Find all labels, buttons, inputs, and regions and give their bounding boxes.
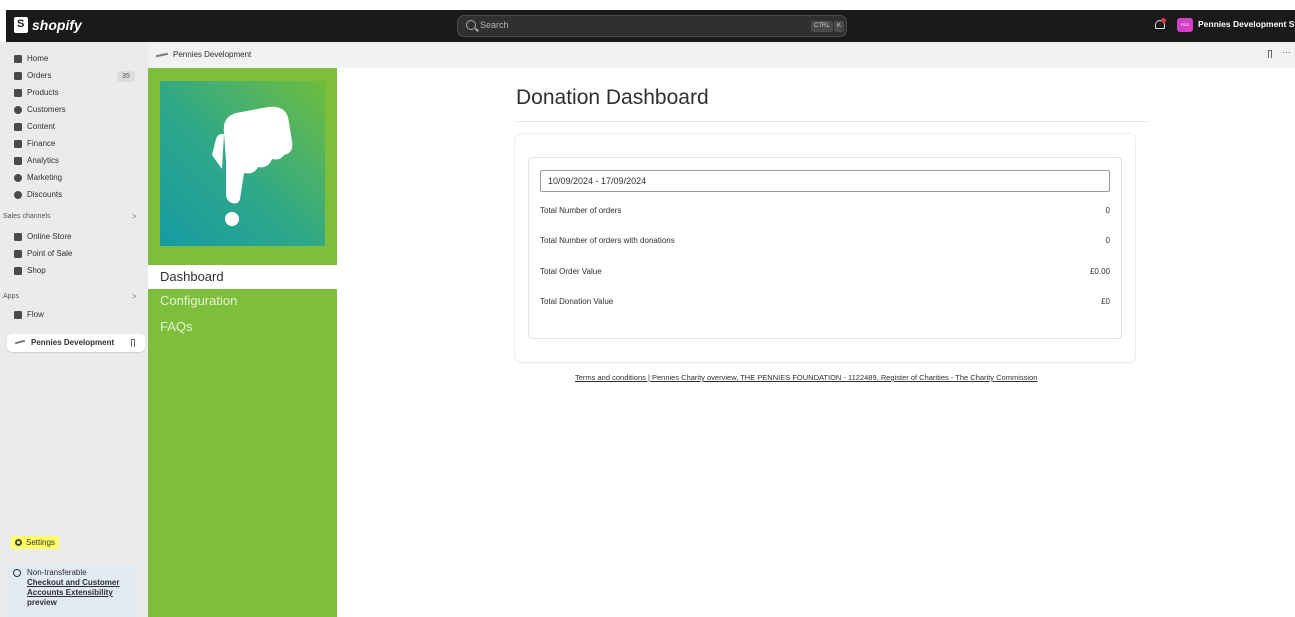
shortcut-key-k: K <box>834 21 845 32</box>
notice-link[interactable]: Checkout and Customer Accounts Extensibi… <box>27 578 119 597</box>
store-icon <box>14 232 22 241</box>
nav-item-label: Orders <box>27 71 52 80</box>
nav-item-online-store[interactable]: Online Store <box>14 229 71 244</box>
search-icon <box>466 20 476 30</box>
nav-item-point-of-sale[interactable]: Point of Sale <box>14 246 72 261</box>
more-actions-icon[interactable]: ··· <box>1282 47 1291 57</box>
title-divider <box>516 121 1148 122</box>
footer-links[interactable]: Terms and conditions | Pennies Charity o… <box>575 373 1037 382</box>
notice-title: Non-transferable <box>27 568 87 577</box>
metric-label-donation-value: Total Donation Value <box>540 297 614 306</box>
settings-label: Settings <box>26 538 55 547</box>
tag-icon <box>14 88 22 97</box>
shopify-logo[interactable]: shopify <box>14 17 82 33</box>
orders-icon <box>14 71 22 80</box>
shortcut-key-ctrl: CTRL <box>811 21 833 32</box>
pennies-app-icon <box>155 52 169 58</box>
store-avatar[interactable]: PDS <box>1177 18 1193 32</box>
nav-item-label: Analytics <box>27 156 60 165</box>
store-name[interactable]: Pennies Development Stor <box>1198 19 1295 29</box>
nav-item-content[interactable]: Content <box>14 119 55 134</box>
nav-item-label: Marketing <box>27 173 63 182</box>
home-icon <box>14 54 22 63</box>
pennies-app-icon <box>14 339 26 345</box>
shop-icon <box>14 266 22 275</box>
app-nav-faqs[interactable]: FAQs <box>148 315 337 339</box>
nav-item-settings[interactable]: Settings <box>11 536 59 549</box>
notification-dot <box>1161 18 1166 23</box>
notice-suffix: preview <box>27 598 57 607</box>
notice-text: Non-transferable Checkout and Customer A… <box>27 568 137 608</box>
app-title: Pennies Development <box>173 50 252 59</box>
pointing-hand-icon <box>212 106 293 226</box>
nav-item-customers[interactable]: Customers <box>14 102 66 117</box>
sales-channels-chevron-icon[interactable]: > <box>132 212 137 221</box>
nav-item-label: Shop <box>27 266 46 275</box>
nav-item-home[interactable]: Home <box>14 51 48 66</box>
nav-item-orders[interactable]: Orders <box>14 68 51 83</box>
nav-item-label: Content <box>27 122 56 131</box>
nav-item-label: Customers <box>27 105 66 114</box>
brand-name: shopify <box>32 17 82 33</box>
target-icon <box>14 173 22 182</box>
nav-item-discounts[interactable]: Discounts <box>14 187 62 202</box>
metric-value-orders: 0 <box>1105 206 1110 215</box>
pinned-app-pennies-development[interactable]: Pennies Development <box>7 334 145 352</box>
pin-icon[interactable] <box>131 339 135 347</box>
nav-item-marketing[interactable]: Marketing <box>14 170 62 185</box>
search-placeholder: Search <box>480 20 509 30</box>
date-range-input[interactable]: 10/09/2024 - 17/09/2024 <box>540 170 1110 192</box>
page-title: Donation Dashboard <box>516 86 709 109</box>
search-input[interactable]: Search CTRL K <box>457 15 847 37</box>
metric-label-order-value: Total Order Value <box>540 267 602 276</box>
nav-item-label: Online Store <box>27 232 72 241</box>
shopify-bag-icon <box>14 17 28 33</box>
pos-icon <box>14 249 22 258</box>
content-icon <box>14 122 22 131</box>
metric-label-orders-with-donations: Total Number of orders with donations <box>540 236 675 245</box>
nav-item-label: Home <box>27 54 49 63</box>
orders-count-badge: 35 <box>117 71 135 82</box>
apps-heading[interactable]: Apps <box>3 293 19 300</box>
nav-item-analytics[interactable]: Analytics <box>14 153 59 168</box>
discount-icon <box>14 190 22 199</box>
sales-channels-heading[interactable]: Sales channels <box>3 213 50 220</box>
nav-item-label: Finance <box>27 139 56 148</box>
app-title-bar: Pennies Development ··· <box>148 42 1295 68</box>
nav-item-label: Flow <box>27 310 44 319</box>
info-icon <box>13 569 21 577</box>
nav-item-products[interactable]: Products <box>14 85 59 100</box>
app-nav-dashboard[interactable]: Dashboard <box>148 265 337 289</box>
nav-item-label: Discounts <box>27 190 63 199</box>
metric-value-orders-with-donations: 0 <box>1105 236 1110 245</box>
gear-icon <box>15 539 22 546</box>
app-nav-configuration[interactable]: Configuration <box>148 289 337 313</box>
nav-item-label: Point of Sale <box>27 249 73 258</box>
nav-item-label: Products <box>27 88 59 97</box>
pennies-logo-hero <box>160 81 325 246</box>
person-icon <box>14 105 22 114</box>
metric-label-orders: Total Number of orders <box>540 206 622 215</box>
pinned-app-label: Pennies Development <box>31 338 115 347</box>
shopify-admin-window: shopify Search CTRL K PDS Pennies Develo… <box>0 0 1295 617</box>
metric-value-donation-value: £0 <box>1101 297 1110 306</box>
metric-value-order-value: £0.00 <box>1089 267 1110 276</box>
nav-item-shop[interactable]: Shop <box>14 263 46 278</box>
nav-item-flow[interactable]: Flow <box>14 307 44 322</box>
nav-item-finance[interactable]: Finance <box>14 136 55 151</box>
apps-chevron-icon[interactable]: > <box>132 292 137 301</box>
bar-chart-icon <box>14 156 22 165</box>
extensibility-preview-notice: Non-transferable Checkout and Customer A… <box>7 563 137 617</box>
flow-icon <box>14 310 22 319</box>
top-bar: shopify Search CTRL K PDS Pennies Develo… <box>6 10 1295 42</box>
bank-icon <box>14 139 22 148</box>
notifications-bell-icon[interactable] <box>1154 18 1166 32</box>
pin-icon[interactable] <box>1268 50 1272 58</box>
